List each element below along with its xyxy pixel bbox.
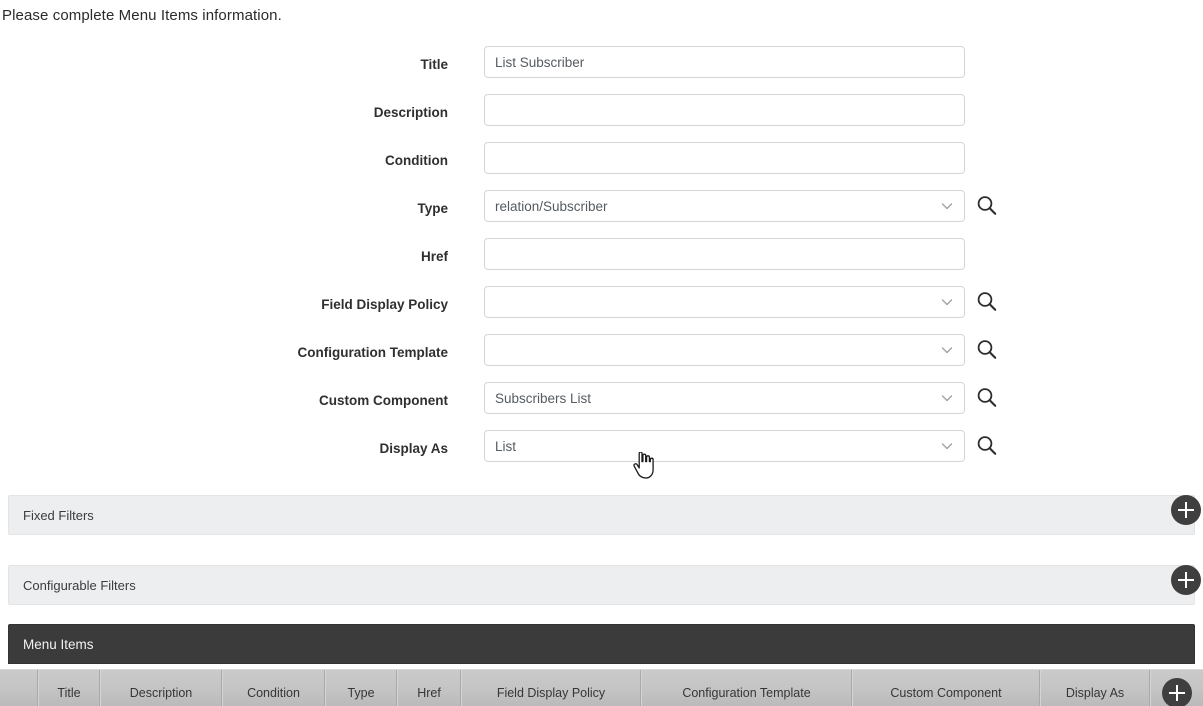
input-condition[interactable] bbox=[484, 142, 965, 174]
input-description[interactable] bbox=[484, 94, 965, 126]
search-icon[interactable] bbox=[973, 384, 1001, 412]
chevron-down-icon[interactable] bbox=[940, 343, 954, 357]
column-header-configuration-template[interactable]: Configuration Template bbox=[641, 670, 852, 706]
column-header-label: Condition bbox=[247, 685, 300, 700]
menu-item-form: Title List Subscriber Description Condition… bbox=[0, 46, 1203, 478]
form-row: Title List Subscriber bbox=[0, 46, 1203, 94]
column-header-label: Type bbox=[347, 685, 375, 700]
field-control: List bbox=[484, 430, 965, 462]
menu-items-table-header: Title Description Condition Type Href Field D… bbox=[0, 669, 1203, 706]
field-label: Custom Component bbox=[319, 393, 448, 408]
column-header-type[interactable]: Type bbox=[325, 670, 397, 706]
field-control bbox=[484, 286, 965, 318]
field-label: Configuration Template bbox=[297, 345, 449, 360]
chevron-down-icon[interactable] bbox=[940, 295, 954, 309]
form-row: Display As List bbox=[0, 430, 1203, 478]
column-header-display-as[interactable]: Display As bbox=[1040, 670, 1150, 706]
fixed-filters-label: Fixed Filters bbox=[23, 508, 94, 523]
column-header-field-display-policy[interactable]: Field Display Policy bbox=[461, 670, 641, 706]
form-row: Configuration Template bbox=[0, 334, 1203, 382]
form-row: Description bbox=[0, 94, 1203, 142]
column-header-label: Display As bbox=[1065, 685, 1125, 700]
chevron-down-icon[interactable] bbox=[940, 199, 954, 213]
search-icon[interactable] bbox=[973, 192, 1001, 220]
column-header-label: Title bbox=[57, 685, 81, 700]
column-header-title[interactable]: Title bbox=[38, 670, 100, 706]
menu-items-header: Menu Items bbox=[8, 624, 1195, 664]
column-header-label: Custom Component bbox=[890, 685, 1002, 700]
field-value: Subscribers List bbox=[495, 390, 592, 406]
column-header-label: Configuration Template bbox=[682, 685, 811, 700]
field-control bbox=[484, 142, 965, 174]
menu-items-form-page: Please complete Menu Items information. … bbox=[0, 0, 1203, 706]
field-label: Href bbox=[420, 249, 448, 264]
chevron-down-icon[interactable] bbox=[940, 391, 954, 405]
field-label: Type bbox=[417, 201, 448, 216]
field-value: relation/Subscriber bbox=[495, 198, 608, 214]
column-header-description[interactable]: Description bbox=[100, 670, 222, 706]
field-control bbox=[484, 334, 965, 366]
chevron-down-icon[interactable] bbox=[940, 439, 954, 453]
search-icon[interactable] bbox=[973, 432, 1001, 460]
add-fixed-filter-button[interactable] bbox=[1171, 495, 1201, 525]
column-header-condition[interactable]: Condition bbox=[222, 670, 325, 706]
field-label: Field Display Policy bbox=[321, 297, 448, 312]
menu-items-title: Menu Items bbox=[23, 637, 94, 652]
input-title[interactable]: List Subscriber bbox=[484, 46, 965, 78]
configurable-filters-label: Configurable Filters bbox=[23, 578, 136, 593]
field-value: List bbox=[495, 438, 517, 454]
column-header-label: Href bbox=[417, 685, 441, 700]
section-configurable-filters[interactable]: Configurable Filters bbox=[8, 565, 1201, 605]
field-control: Subscribers List bbox=[484, 382, 965, 414]
section-fixed-filters[interactable]: Fixed Filters bbox=[8, 495, 1201, 535]
field-value: List Subscriber bbox=[495, 54, 585, 70]
field-label: Display As bbox=[379, 441, 448, 456]
field-label: Condition bbox=[385, 153, 448, 168]
instruction-text: Please complete Menu Items information. bbox=[2, 7, 282, 24]
input-href[interactable] bbox=[484, 238, 965, 270]
field-control: List Subscriber bbox=[484, 46, 965, 78]
form-row: Field Display Policy bbox=[0, 286, 1203, 334]
form-row: Condition bbox=[0, 142, 1203, 190]
search-icon[interactable] bbox=[973, 336, 1001, 364]
select-display-as[interactable]: List bbox=[484, 430, 965, 462]
column-header-href[interactable]: Href bbox=[397, 670, 461, 706]
form-row: Type relation/Subscriber bbox=[0, 190, 1203, 238]
search-icon[interactable] bbox=[973, 288, 1001, 316]
select-field-display-policy[interactable] bbox=[484, 286, 965, 318]
field-label: Title bbox=[420, 57, 448, 72]
select-configuration-template[interactable] bbox=[484, 334, 965, 366]
form-row: Href bbox=[0, 238, 1203, 286]
field-control bbox=[484, 94, 965, 126]
form-row: Custom Component Subscribers List bbox=[0, 382, 1203, 430]
column-header-select[interactable] bbox=[0, 670, 38, 706]
table-add-cell bbox=[1150, 670, 1203, 706]
add-menu-item-button[interactable] bbox=[1162, 677, 1192, 706]
add-configurable-filter-button[interactable] bbox=[1171, 565, 1201, 595]
column-header-label: Description bbox=[129, 685, 193, 700]
field-label: Description bbox=[373, 105, 448, 120]
field-control bbox=[484, 238, 965, 270]
select-custom-component[interactable]: Subscribers List bbox=[484, 382, 965, 414]
column-header-label: Field Display Policy bbox=[496, 685, 606, 700]
select-type[interactable]: relation/Subscriber bbox=[484, 190, 965, 222]
pointer-hand-cursor bbox=[633, 451, 655, 480]
field-control: relation/Subscriber bbox=[484, 190, 965, 222]
column-header-custom-component[interactable]: Custom Component bbox=[852, 670, 1040, 706]
